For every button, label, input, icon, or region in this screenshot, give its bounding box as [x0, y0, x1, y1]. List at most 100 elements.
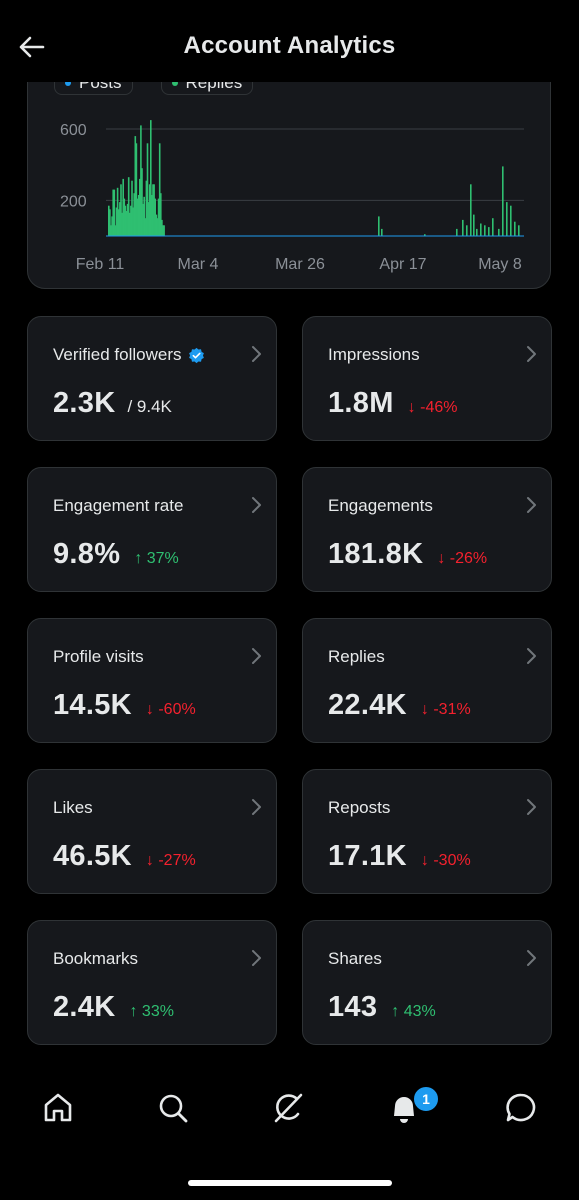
stat-card-engagement-rate[interactable]: Engagement rate 9.8% ↑ 37%: [27, 467, 277, 592]
replies-bar: [470, 184, 472, 236]
stat-label-text: Impressions: [328, 345, 420, 364]
replies-bar: [456, 228, 458, 236]
stat-value: 143: [328, 991, 378, 1023]
stat-card-replies[interactable]: Replies 22.4K ↓ -31%: [302, 618, 552, 743]
chevron-right-icon: [252, 799, 261, 815]
stat-label-text: Engagements: [328, 496, 433, 515]
stat-change: ↓ -27%: [145, 852, 196, 869]
stat-card-shares[interactable]: Shares 143 ↑ 43%: [302, 920, 552, 1045]
tab-messages[interactable]: [501, 1088, 541, 1128]
stat-card-reposts[interactable]: Reposts 17.1K ↓ -30%: [302, 769, 552, 894]
chevron-right-icon: [527, 346, 536, 362]
stat-card-verified-followers[interactable]: Verified followers 2.3K / 9.4K: [27, 316, 277, 441]
search-icon: [159, 1094, 188, 1123]
page-title: Account Analytics: [183, 32, 396, 59]
replies-bar: [518, 225, 520, 236]
stat-change: ↑ 37%: [134, 550, 179, 567]
home-indicator: [188, 1180, 392, 1186]
stat-label: Reposts: [328, 798, 390, 818]
bottom-tab-bar: 1: [0, 1060, 579, 1200]
stat-value-row: 2.3K / 9.4K: [53, 387, 172, 420]
stat-label: Engagement rate: [53, 496, 183, 516]
messages-icon: [506, 1093, 536, 1122]
stat-change: ↓ -46%: [407, 399, 458, 416]
stat-value: 22.4K: [328, 689, 407, 721]
app-header: Account Analytics: [0, 0, 579, 82]
x-tick-label: May 8: [478, 256, 522, 273]
stat-value: 14.5K: [53, 689, 132, 721]
stat-card-profile-visits[interactable]: Profile visits 14.5K ↓ -60%: [27, 618, 277, 743]
stat-label: Bookmarks: [53, 949, 138, 969]
chevron-right-icon: [252, 648, 261, 664]
replies-bar: [510, 205, 512, 236]
stat-value-row: 22.4K ↓ -31%: [328, 689, 471, 722]
chevron-right-icon: [252, 950, 261, 966]
chevron-right-icon: [252, 497, 261, 513]
stat-value: 17.1K: [328, 840, 407, 872]
stat-label-text: Engagement rate: [53, 496, 184, 515]
stat-value-row: 143 ↑ 43%: [328, 991, 436, 1024]
stat-card-engagements[interactable]: Engagements 181.8K ↓ -26%: [302, 467, 552, 592]
stat-value-row: 1.8M ↓ -46%: [328, 387, 457, 420]
chevron-right-icon: [252, 346, 261, 362]
chevron-right-icon: [527, 648, 536, 664]
replies-bar: [381, 228, 383, 236]
stat-label-text: Shares: [328, 949, 382, 968]
stat-label-text: Verified followers: [53, 345, 182, 364]
stat-change: ↑ 33%: [129, 1003, 174, 1020]
stat-value: 2.3K: [53, 387, 116, 419]
stat-label: Replies: [328, 647, 385, 667]
stat-value: 181.8K: [328, 538, 424, 570]
stat-value: 2.4K: [53, 991, 116, 1023]
replies-bar: [514, 221, 516, 236]
replies-bar: [473, 214, 475, 236]
x-tick-label: Feb 11: [76, 256, 125, 273]
y-tick-label: 200: [60, 193, 87, 210]
stat-value: 46.5K: [53, 840, 132, 872]
notification-badge: 1: [413, 1086, 439, 1112]
replies-bar: [484, 225, 486, 236]
stat-value-row: 46.5K ↓ -27%: [53, 840, 196, 873]
stat-value-row: 181.8K ↓ -26%: [328, 538, 487, 571]
stat-label-text: Profile visits: [53, 647, 144, 666]
stat-value: 1.8M: [328, 387, 394, 419]
stat-change: ↓ -31%: [420, 701, 471, 718]
stat-value-row: 14.5K ↓ -60%: [53, 689, 196, 722]
stat-change: ↓ -26%: [437, 550, 488, 567]
stat-change: ↓ -30%: [420, 852, 471, 869]
stat-total: / 9.4K: [127, 397, 172, 416]
stat-card-bookmarks[interactable]: Bookmarks 2.4K ↑ 33%: [27, 920, 277, 1045]
stat-card-impressions[interactable]: Impressions 1.8M ↓ -46%: [302, 316, 552, 441]
replies-bar: [492, 218, 494, 236]
stat-label: Shares: [328, 949, 382, 969]
x-tick-label: Mar 4: [178, 256, 219, 273]
stat-label: Verified followers: [53, 345, 205, 365]
stat-value-row: 9.8% ↑ 37%: [53, 538, 179, 571]
stats-grid: Verified followers 2.3K / 9.4K Impressions 1…: [27, 316, 552, 1045]
replies-bar: [506, 202, 508, 236]
home-icon: [44, 1093, 72, 1122]
chevron-right-icon: [527, 950, 536, 966]
stat-label: Likes: [53, 798, 93, 818]
tab-search[interactable]: [153, 1088, 193, 1128]
replies-bar: [466, 225, 468, 236]
stat-label-text: Bookmarks: [53, 949, 139, 968]
stat-label: Engagements: [328, 496, 433, 516]
chevron-right-icon: [527, 497, 536, 513]
y-tick-label: 600: [60, 122, 87, 139]
chevron-right-icon: [527, 799, 536, 815]
replies-bar: [378, 216, 380, 236]
stat-change: ↑ 43%: [391, 1003, 436, 1020]
replies-bar: [488, 227, 490, 236]
grok-icon: [274, 1093, 303, 1123]
tab-home[interactable]: [38, 1088, 78, 1128]
replies-bar: [480, 223, 482, 236]
stat-value: 9.8%: [53, 538, 121, 570]
replies-bar: [476, 228, 478, 236]
replies-bar: [163, 225, 165, 236]
tab-grok[interactable]: [268, 1088, 308, 1128]
stat-label: Impressions: [328, 345, 420, 365]
stat-label: Profile visits: [53, 647, 144, 667]
stat-value-row: 17.1K ↓ -30%: [328, 840, 471, 873]
stat-card-likes[interactable]: Likes 46.5K ↓ -27%: [27, 769, 277, 894]
